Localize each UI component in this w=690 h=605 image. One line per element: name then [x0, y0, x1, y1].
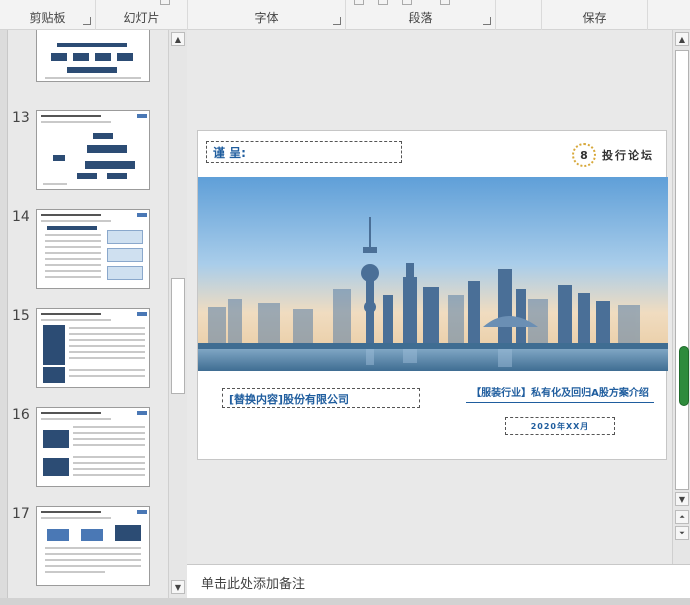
slide-thumbnail[interactable]: [36, 308, 150, 388]
recipient-textbox[interactable]: 谨 呈:: [206, 141, 402, 163]
thumbnail-number: 17: [12, 506, 30, 522]
ribbon-group-labels: 剪贴板 幻灯片 字体 段落 保存: [0, 0, 690, 30]
scroll-up-icon[interactable]: ▲: [675, 32, 689, 46]
thumbnail-item[interactable]: [8, 30, 168, 92]
new-slide-partial-icon[interactable]: [160, 0, 170, 5]
slide-thumbnail[interactable]: [36, 209, 150, 289]
date-textbox[interactable]: 2020年XX月: [505, 417, 615, 435]
clipboard-group: 剪贴板: [0, 0, 96, 30]
paragraph-group: 段落: [346, 0, 496, 30]
thumbnail-item[interactable]: 14: [8, 209, 168, 299]
company-textbox[interactable]: [替换内容]股份有限公司: [222, 388, 420, 408]
slide-thumbnail[interactable]: [36, 506, 150, 586]
paragraph-group-label: 段落: [408, 11, 433, 25]
paragraph-launcher-icon[interactable]: [483, 17, 491, 25]
thumbnail-scrollbar[interactable]: ▲ ▼: [168, 30, 186, 598]
save-group-label: 保存: [582, 11, 607, 25]
slide-thumbnail[interactable]: [36, 110, 150, 190]
notes-pane[interactable]: 单击此处添加备注: [187, 564, 690, 598]
slides-group: 幻灯片: [96, 0, 188, 30]
save-group: 保存: [542, 0, 648, 30]
title-underline: [466, 402, 654, 403]
slide-thumbnail[interactable]: [36, 30, 150, 82]
thumbnail-item[interactable]: 16: [8, 407, 168, 497]
font-launcher-icon[interactable]: [333, 17, 341, 25]
logo-text: 投行论坛: [602, 149, 654, 162]
slide-title: 【服装行业】私有化及回归A股方案介绍: [471, 388, 649, 399]
next-slide-icon[interactable]: ⏷: [675, 526, 689, 540]
align-center-partial-icon[interactable]: [378, 0, 388, 5]
thumbnail-scroll-thumb[interactable]: [171, 278, 185, 394]
thumbnail-item[interactable]: 17: [8, 506, 168, 596]
slide-thumbnail[interactable]: [36, 407, 150, 487]
slides-group-label: 幻灯片: [123, 11, 160, 25]
logo-mark-icon: 8: [572, 143, 596, 167]
scroll-up-icon[interactable]: ▲: [171, 32, 185, 46]
thumbnail-number: 15: [12, 308, 30, 324]
align-right-partial-icon[interactable]: [402, 0, 412, 5]
logo: 8 投行论坛: [572, 143, 654, 167]
columns-partial-icon[interactable]: [440, 0, 450, 5]
previous-slide-icon[interactable]: ⏶: [675, 510, 689, 524]
skyline-photo[interactable]: [198, 177, 668, 371]
slide-editing-area[interactable]: 谨 呈: 8 投行论坛 [替换内容]股份有限公司 【服装行业】私有化及回归A股方…: [187, 30, 672, 564]
font-group-label: 字体: [254, 11, 279, 25]
slide-scroll-thumb[interactable]: [675, 50, 689, 490]
slide-scrollbar[interactable]: ▲ ▼ ⏶ ⏷: [672, 30, 690, 564]
scroll-down-icon[interactable]: ▼: [675, 492, 689, 506]
thumbnail-item[interactable]: 15: [8, 308, 168, 398]
clipboard-group-label: 剪贴板: [29, 11, 66, 25]
skyline-image: [198, 177, 668, 371]
align-left-partial-icon[interactable]: [354, 0, 364, 5]
thumbnail-number: 16: [12, 407, 30, 423]
notes-placeholder[interactable]: 单击此处添加备注: [201, 573, 305, 592]
scroll-down-icon[interactable]: ▼: [171, 580, 185, 594]
clipboard-launcher-icon[interactable]: [83, 17, 91, 25]
thumbnail-number: 14: [12, 209, 30, 225]
slide-thumbnail-pane[interactable]: 13 14 15 16 17: [8, 30, 168, 598]
spacer-group: [496, 0, 542, 30]
status-bar: [0, 598, 690, 605]
window-left-edge: [0, 30, 8, 598]
current-slide[interactable]: 谨 呈: 8 投行论坛 [替换内容]股份有限公司 【服装行业】私有化及回归A股方…: [197, 130, 668, 460]
title-textbox[interactable]: 【服装行业】私有化及回归A股方案介绍: [466, 387, 654, 403]
thumbnail-item[interactable]: 13: [8, 110, 168, 200]
thumbnail-number: 13: [12, 110, 30, 126]
font-group: 字体: [188, 0, 346, 30]
zoom-grip-icon[interactable]: [679, 346, 689, 406]
